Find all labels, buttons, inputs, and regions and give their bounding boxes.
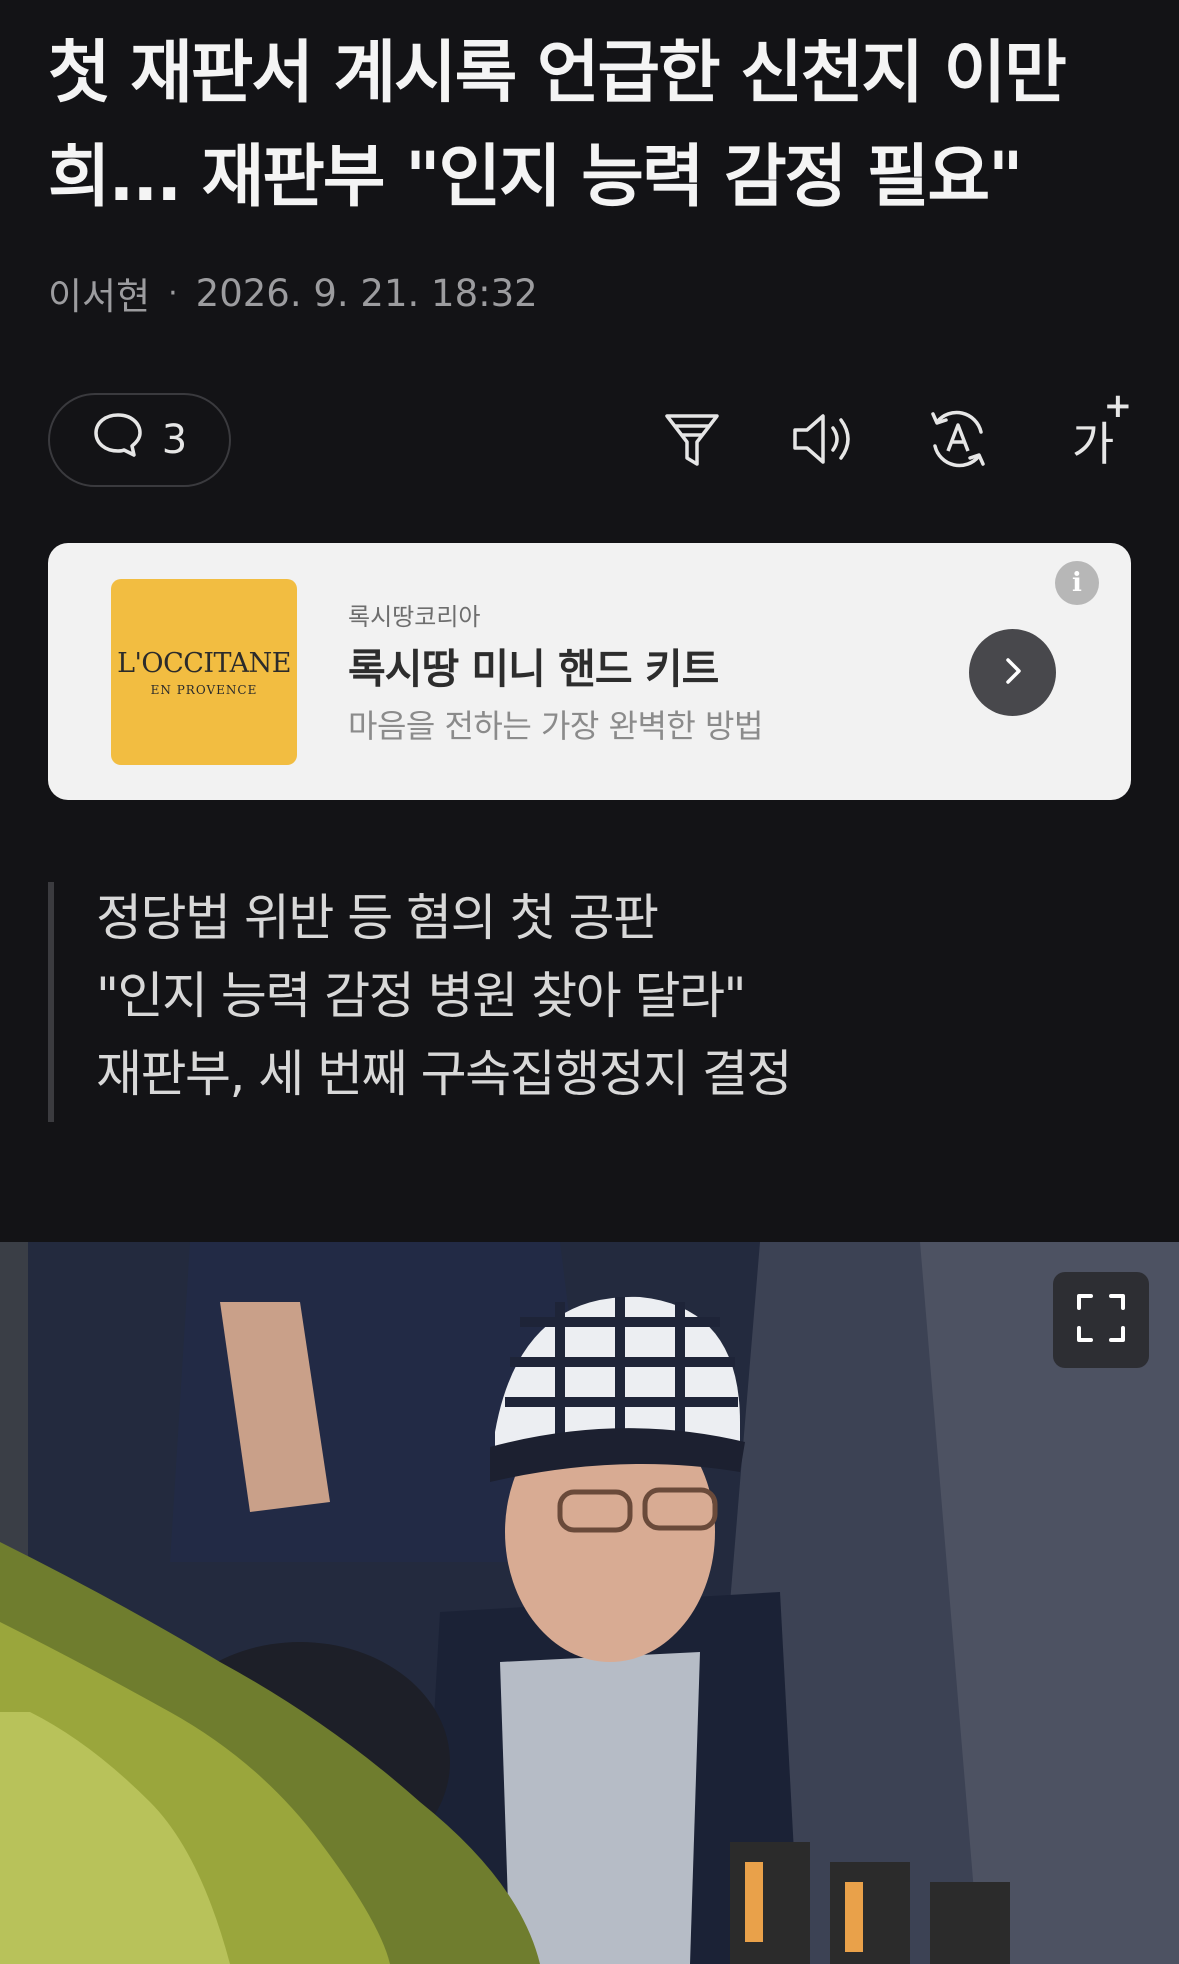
translate-icon <box>925 406 991 476</box>
expand-photo-button[interactable] <box>1053 1272 1149 1368</box>
comment-button[interactable]: 3 <box>48 393 231 487</box>
article-title: 첫 재판서 계시록 언급한 신천지 이만희... 재판부 "인지 능력 감정 필… <box>48 34 1067 217</box>
ad-arrow-button[interactable] <box>969 629 1056 716</box>
brand-logo-subtext: EN PROVENCE <box>150 682 258 697</box>
font-size-icon: 가 + <box>1071 386 1133 471</box>
ad-title[interactable]: 록시땅 미니 핸드 키트 <box>348 635 719 695</box>
ad-description: 마음을 전하는 가장 완벽한 방법 <box>348 707 763 745</box>
filter-button[interactable] <box>654 403 730 479</box>
article-photo[interactable] <box>0 1242 1179 1964</box>
font-size-button[interactable]: 가 + <box>1048 386 1138 479</box>
brand-logo: L'OCCITANE EN PROVENCE <box>111 579 297 765</box>
comment-icon <box>92 411 144 469</box>
chevron-right-icon <box>998 654 1028 692</box>
photo-illustration <box>0 1242 1179 1964</box>
author-name[interactable]: 이서현 <box>48 266 150 320</box>
summary-line: 정당법 위반 등 혐의 첫 공판 <box>96 889 659 947</box>
article-toolbar: 3 가 + <box>48 386 1132 489</box>
fullscreen-icon <box>1075 1292 1127 1348</box>
publish-datetime: 2026. 9. 21. 18:32 <box>195 271 538 315</box>
meta-separator: · <box>168 275 178 311</box>
article-summary: 정당법 위반 등 혐의 첫 공판 "인지 능력 감정 병원 찾아 달라" 재판부… <box>48 882 792 1122</box>
summary-line: "인지 능력 감정 병원 찾아 달라" <box>96 967 746 1025</box>
ad-banner[interactable]: L'OCCITANE EN PROVENCE i 록시땅코리아 록시땅 미니 핸… <box>48 543 1131 800</box>
speaker-icon <box>789 408 859 474</box>
ad-info-icon[interactable]: i <box>1055 561 1099 605</box>
filter-icon <box>661 408 723 474</box>
read-aloud-button[interactable] <box>786 403 862 479</box>
summary-line: 재판부, 세 번째 구속집행정지 결정 <box>96 1045 792 1103</box>
translate-button[interactable] <box>920 403 996 479</box>
article-meta: 이서현 · 2026. 9. 21. 18:32 <box>48 266 538 320</box>
comment-count: 3 <box>161 417 188 463</box>
brand-logo-text: L'OCCITANE <box>117 647 291 679</box>
ad-advertiser: 록시땅코리아 <box>348 603 481 631</box>
